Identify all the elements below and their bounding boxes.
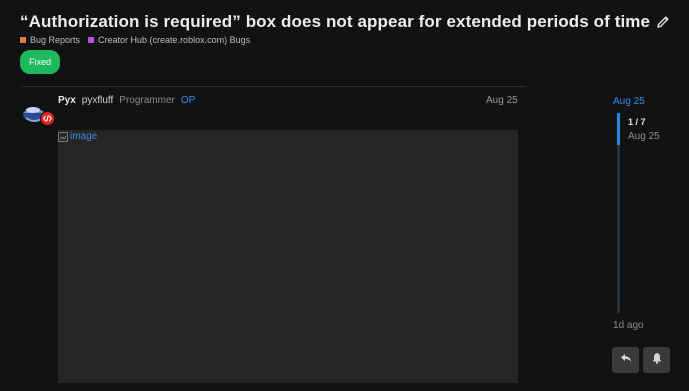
op-badge: OP xyxy=(180,95,196,106)
category-bug-reports[interactable]: Bug Reports xyxy=(20,35,80,45)
notifications-button[interactable] xyxy=(643,347,670,373)
timeline-last-activity[interactable]: 1d ago xyxy=(613,320,644,331)
image-alt-label: image xyxy=(70,131,98,142)
category-label: Creator Hub (create.roblox.com) Bugs xyxy=(98,35,251,45)
category-color-square xyxy=(20,37,26,43)
post-image[interactable] xyxy=(58,130,518,383)
code-icon xyxy=(40,111,55,126)
post-date[interactable]: Aug 25 xyxy=(486,95,518,106)
post-author-title: Programmer xyxy=(119,95,175,106)
topic-title-row: “Authorization is required” box does not… xyxy=(20,12,671,32)
post-meta: Pyx pyxfluff Programmer OP xyxy=(58,95,195,106)
post-author-name[interactable]: Pyx xyxy=(58,95,76,106)
category-creator-hub-bugs[interactable]: Creator Hub (create.roblox.com) Bugs xyxy=(88,35,250,45)
category-label: Bug Reports xyxy=(30,35,81,45)
post-author-username[interactable]: pyxfluff xyxy=(82,95,114,106)
topic-categories: Bug Reports Creator Hub (create.roblox.c… xyxy=(20,35,258,45)
tag-fixed[interactable]: Fixed xyxy=(20,50,60,74)
category-color-square xyxy=(88,37,95,43)
divider xyxy=(21,86,526,87)
bell-icon xyxy=(651,351,663,369)
topic-title: “Authorization is required” box does not… xyxy=(20,12,651,31)
timeline-handle[interactable] xyxy=(617,113,620,145)
broken-image-icon xyxy=(58,131,68,142)
reply-button[interactable] xyxy=(612,347,639,373)
pencil-icon[interactable] xyxy=(655,14,671,30)
timeline-start-date[interactable]: Aug 25 xyxy=(613,96,645,107)
reply-icon xyxy=(620,351,632,369)
timeline-position: 1 / 7 xyxy=(628,117,646,127)
timeline-current-date: Aug 25 xyxy=(628,131,660,142)
image-alt-text[interactable]: image xyxy=(58,131,97,142)
